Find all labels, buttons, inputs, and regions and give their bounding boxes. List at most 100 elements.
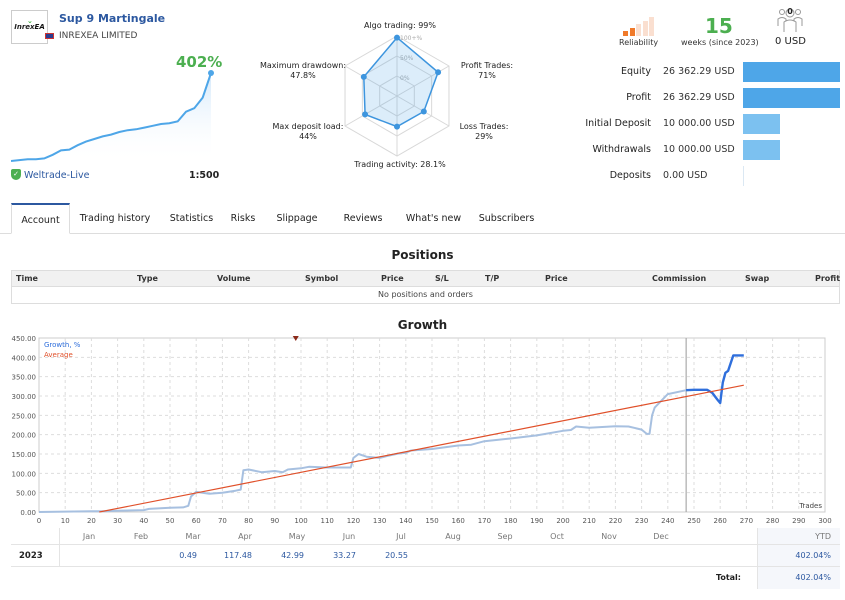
x-tick-label: 160 (452, 517, 465, 525)
tab-trading-history[interactable]: Trading history (70, 203, 160, 234)
y-tick-label: 400.00 (12, 354, 37, 362)
x-tick-label: 210 (583, 517, 596, 525)
balance-bar (743, 88, 840, 108)
mini-growth-chart (11, 70, 214, 163)
positions-table: Time Type Volume Symbol Price S/L T/P Price Comm… (11, 270, 840, 304)
reliability-bar (629, 27, 635, 36)
tab-statistics[interactable]: Statistics (160, 203, 223, 234)
month-header: Dec (653, 532, 669, 541)
balance-value: 0.00 USD (663, 170, 708, 181)
column-header[interactable]: Time (16, 274, 38, 283)
x-tick-label: 70 (218, 517, 227, 525)
reliability-bar (636, 24, 641, 36)
legend-average: Average (44, 351, 73, 359)
balance-value: 26 362.29 USD (663, 92, 735, 103)
y-tick-label: 300.00 (12, 393, 37, 401)
x-tick-label: 120 (347, 517, 360, 525)
ytd-value: 402.04% (795, 551, 831, 560)
weeks-label: weeks (since 2023) (681, 38, 759, 47)
column-header[interactable]: Swap (745, 274, 769, 283)
x-tick-label: 140 (399, 517, 412, 525)
x-axis-label: Trades (798, 502, 822, 510)
radar-point (362, 111, 369, 118)
column-header[interactable]: S/L (435, 274, 449, 283)
x-tick-label: 270 (740, 517, 753, 525)
tab-reviews[interactable]: Reviews (331, 203, 395, 234)
month-header: Oct (550, 532, 564, 541)
x-tick-label: 80 (244, 517, 253, 525)
balance-row-initial-deposit: Initial Deposit 10 000.00 USD (570, 114, 845, 134)
x-tick-label: 180 (504, 517, 517, 525)
month-header: Sep (497, 532, 513, 541)
x-tick-label: 240 (661, 517, 674, 525)
reliability-bar (642, 20, 648, 36)
x-tick-label: 170 (478, 517, 491, 525)
column-header[interactable]: Volume (217, 274, 250, 283)
total-value: 402.04% (795, 573, 831, 582)
radar-point (435, 69, 442, 76)
positions-empty: No positions and orders (378, 290, 473, 299)
y-tick-label: 150.00 (12, 451, 37, 459)
x-tick-label: 260 (714, 517, 727, 525)
month-value: 20.55 (385, 551, 408, 560)
reliability-bars-icon[interactable] (623, 17, 655, 36)
radar-ring-label: 100+% (400, 35, 422, 42)
x-tick-label: 190 (530, 517, 543, 525)
balance-label: Equity (620, 66, 651, 77)
month-header: Jun (342, 532, 356, 541)
month-header: YTD (815, 532, 831, 541)
balance-label: Deposits (609, 170, 651, 181)
month-value: 0.49 (179, 551, 197, 560)
y-tick-label: 350.00 (12, 374, 37, 382)
month-header: Jul (396, 532, 406, 541)
radar-label-deposit-load: Max deposit load: 44% (272, 122, 344, 141)
total-label: Total: (715, 573, 741, 582)
tab-account[interactable]: Account (11, 203, 70, 234)
tab-slippage[interactable]: Slippage (263, 203, 331, 234)
x-tick-label: 110 (321, 517, 334, 525)
x-tick-label: 90 (270, 517, 279, 525)
radar-chart: 100+%50%0% (344, 34, 450, 157)
leverage: 1:500 (189, 170, 220, 181)
signal-title[interactable]: Sup 9 Martingale (59, 12, 165, 25)
tab-risks[interactable]: Risks (223, 203, 263, 234)
tab-bar: Account Trading history Statistics Risks Sli… (0, 203, 845, 234)
x-tick-label: 230 (635, 517, 648, 525)
column-header[interactable]: Commission (652, 274, 706, 283)
monthly-header: Jan Feb Mar Apr May Jun Jul Aug Sep Oct Nov Dec YTD (11, 528, 840, 545)
column-header[interactable]: Price (545, 274, 568, 283)
x-tick-label: 200 (556, 517, 569, 525)
monthly-row-2023: 2023 0.49 117.48 42.99 33.27 20.55 402.04% (11, 545, 840, 567)
column-header[interactable]: Symbol (305, 274, 338, 283)
x-tick-label: 250 (687, 517, 700, 525)
radar-label-profit: Profit Trades: 71% (460, 61, 514, 80)
growth-chart: 0 10 20 30 40 50 60 70 80 90 100 110 120 130 140 150 160… (12, 335, 832, 525)
column-header[interactable]: Type (137, 274, 158, 283)
x-tick-label: 40 (139, 517, 148, 525)
column-header[interactable]: Profit (815, 274, 840, 283)
y-tick-label: 0.00 (20, 509, 36, 517)
radar-label-activity: Trading activity: 28.1% (354, 160, 446, 169)
positions-header: Time Type Volume Symbol Price S/L T/P Price Comm… (12, 271, 840, 287)
year-divider (59, 528, 60, 567)
tab-subscribers[interactable]: Subscribers (472, 203, 541, 234)
column-header[interactable]: Price (381, 274, 404, 283)
balance-row-deposits: Deposits 0.00 USD (570, 166, 845, 186)
column-header[interactable]: T/P (485, 274, 499, 283)
y-tick-label: 250.00 (12, 412, 37, 420)
flag-icon (45, 33, 54, 39)
tab-what-s-new[interactable]: What's new (395, 203, 472, 234)
month-value: 33.27 (333, 551, 356, 560)
x-tick-label: 60 (192, 517, 201, 525)
x-tick-label: 150 (425, 517, 438, 525)
broker-logo[interactable]: ⌄ Inrex EA (11, 10, 48, 44)
x-tick-label: 0 (37, 517, 41, 525)
x-tick-label: 280 (766, 517, 779, 525)
balance-bar (743, 62, 840, 82)
y-tick-label: 100.00 (12, 470, 37, 478)
company-name[interactable]: INREXEA LIMITED (59, 31, 137, 41)
reliability-bar (623, 31, 628, 36)
month-header: Feb (133, 532, 149, 541)
month-value: 117.48 (224, 551, 252, 560)
broker-server[interactable]: Weltrade-Live (24, 170, 89, 181)
